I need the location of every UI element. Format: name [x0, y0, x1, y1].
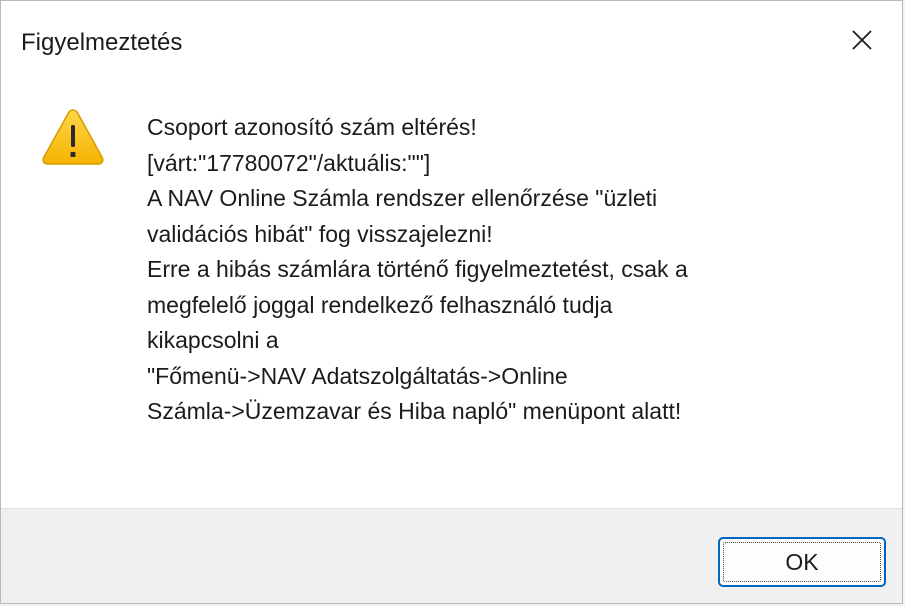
warning-icon: [42, 109, 104, 165]
message-line: Erre a hibás számlára történő figyelmezt…: [147, 256, 688, 282]
message-line: validációs hibát" fog visszajelezni!: [147, 220, 493, 247]
message-line: [várt:"17780072"/aktuális:""]: [147, 149, 431, 176]
title-bar: Figyelmeztetés: [1, 1, 902, 79]
window-title: Figyelmeztetés: [21, 29, 183, 56]
message-line: Csoport azonosító szám eltérés!: [147, 114, 477, 140]
message-text: Csoport azonosító szám eltérés! [várt:"1…: [147, 110, 867, 430]
close-icon: [852, 30, 872, 50]
ok-button[interactable]: OK: [718, 537, 886, 587]
message-line: A NAV Online Számla rendszer ellenőrzése…: [147, 185, 658, 211]
button-bar: OK: [1, 508, 902, 603]
message-line: megfelelő joggal rendelkező felhasználó …: [147, 291, 613, 318]
message-line: kikapcsolni a: [147, 327, 279, 353]
warning-dialog: Figyelmeztetés Csoport azonosító szám el…: [0, 0, 903, 604]
message-line: "Főmenü->NAV Adatszolgáltatás->Online: [147, 362, 568, 389]
close-button[interactable]: [822, 1, 902, 79]
ok-button-label: OK: [785, 548, 819, 575]
dialog-content: Csoport azonosító szám eltérés! [várt:"1…: [1, 79, 902, 511]
message-line: Számla->Üzemzavar és Hiba napló" menüpon…: [147, 398, 682, 424]
